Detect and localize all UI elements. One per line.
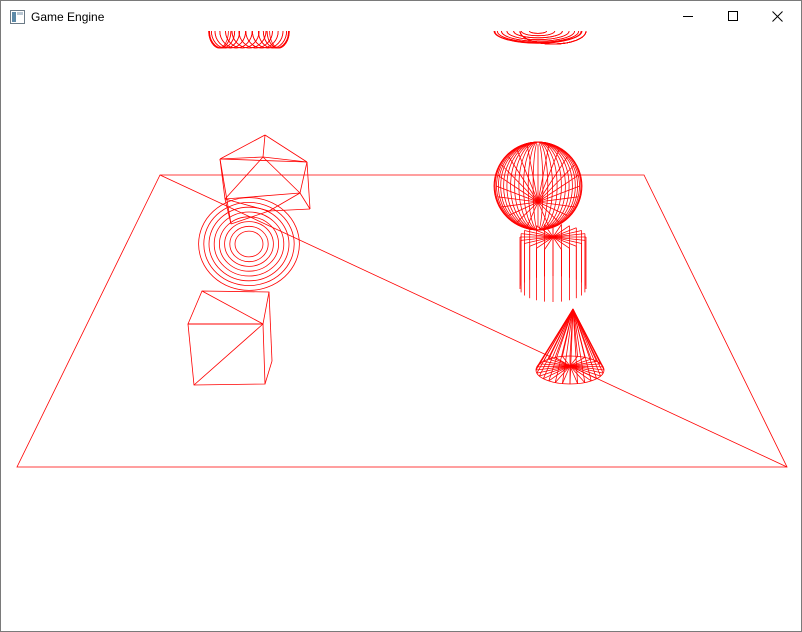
minimize-button[interactable] [665,1,710,31]
sphere [493,31,583,231]
close-button[interactable] [755,1,800,31]
ground-plane [16,174,788,468]
app-window-icon [10,9,26,25]
maximize-button[interactable] [710,1,755,31]
minimize-icon [682,16,693,17]
cube [187,290,273,386]
maximize-icon [727,11,738,21]
window-title: Game Engine [31,10,105,24]
game-engine-window: Game Engine [0,0,802,632]
cylinder [519,31,587,302]
close-icon [772,10,783,22]
icosahedron [219,134,311,225]
cone [535,308,605,385]
torus [198,31,300,291]
title-bar[interactable]: Game Engine [1,1,801,31]
render-viewport[interactable] [1,31,801,631]
